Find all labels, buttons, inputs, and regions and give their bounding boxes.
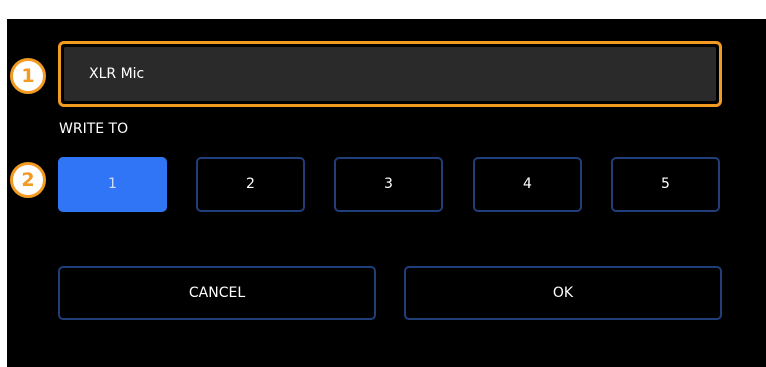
name-input[interactable]: XLR Mic <box>64 47 716 101</box>
callout-badge-1: 1 <box>10 58 46 94</box>
write-to-slot-1[interactable]: 1 <box>58 157 167 212</box>
write-to-slot-5[interactable]: 5 <box>611 157 720 212</box>
write-to-slot-3[interactable]: 3 <box>334 157 443 212</box>
ok-button[interactable]: OK <box>404 266 722 320</box>
top-strip <box>0 0 766 19</box>
name-field-highlight: XLR Mic <box>58 41 722 107</box>
write-to-label: WRITE TO <box>59 121 129 137</box>
write-to-slot-2[interactable]: 2 <box>196 157 305 212</box>
write-to-slot-4[interactable]: 4 <box>473 157 582 212</box>
cancel-button[interactable]: CANCEL <box>58 266 376 320</box>
callout-badge-2: 2 <box>10 162 46 198</box>
